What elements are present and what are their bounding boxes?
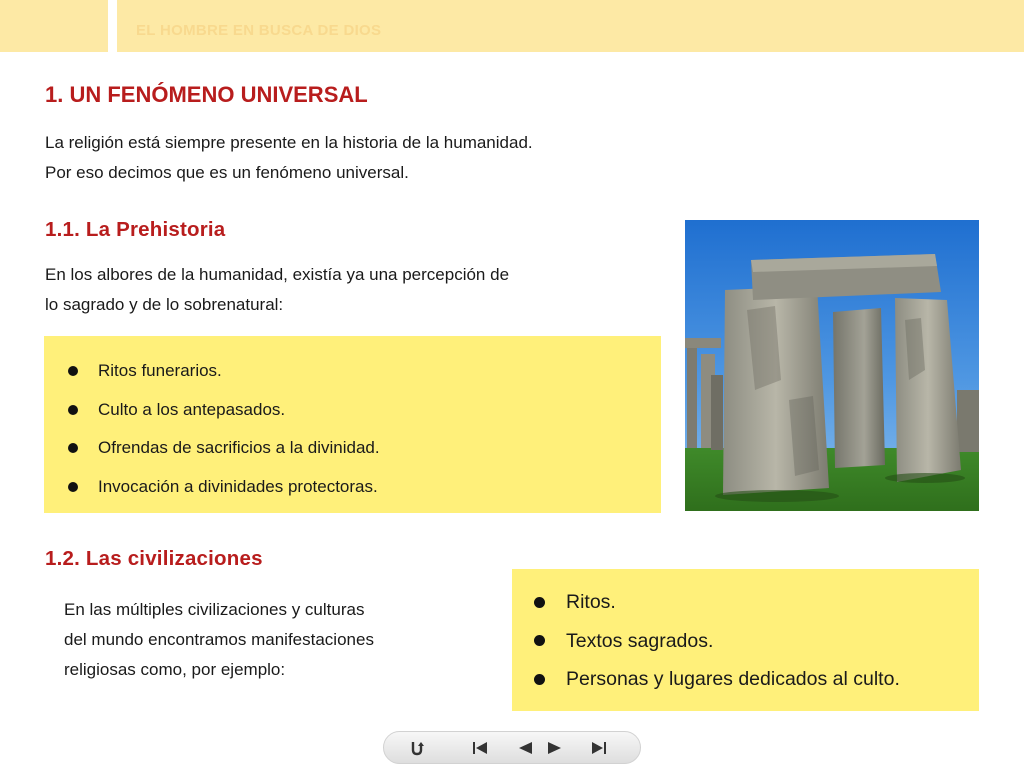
bullet-icon [68,443,78,454]
list-item-text: Textos sagrados. [566,629,714,652]
prehistory-line: lo sagrado y de lo sobrenatural: [45,295,284,314]
civilizations-paragraph: En las múltiples civilizaciones y cultur… [64,595,484,685]
bullet-icon [534,596,545,608]
intro-paragraph: La religión está siempre presente en la … [45,128,685,188]
civilizations-title: 1.2. Las civilizaciones [45,547,263,570]
last-page-icon [592,742,606,754]
previous-page-button[interactable] [514,738,536,758]
next-page-button[interactable] [544,738,566,758]
first-page-icon [473,742,487,754]
list-item: Ofrendas de sacrificios a la divinidad. [68,429,661,468]
list-item: Invocación a divinidades protectoras. [68,468,661,507]
list-item-text: Culto a los antepasados. [98,399,286,419]
civilizations-list: Ritos. Textos sagrados. Personas y lugar… [512,569,979,699]
prehistory-title: 1.1. La Prehistoria [45,218,226,241]
list-item: Personas y lugares dedicados al culto. [534,660,979,699]
previous-page-icon [519,742,532,754]
header-corner-block [0,0,108,52]
last-page-button[interactable] [588,738,610,758]
prehistory-list: Ritos funerarios. Culto a los antepasado… [44,336,661,506]
next-page-icon [548,742,561,754]
civilizations-line: religiosas como, por ejemplo: [64,660,286,679]
bullet-icon [68,481,78,492]
list-item: Ritos. [534,583,979,622]
back-icon [411,742,424,756]
civilizations-line: del mundo encontramos manifestaciones [64,630,374,649]
list-item-text: Ritos. [566,591,616,613]
bullet-icon [68,366,78,377]
navigation-bar [383,731,641,764]
intro-line: Por eso decimos que es un fenómeno unive… [45,163,409,182]
list-item-text: Personas y lugares dedicados al culto. [566,668,900,690]
bullet-icon [68,404,78,415]
prehistory-paragraph: En los albores de la humanidad, existía … [45,260,645,320]
header-title: EL HOMBRE EN BUSCA DE DIOS [136,22,382,39]
list-item-text: Invocación a divinidades protectoras. [98,476,378,496]
list-item-text: Ofrendas de sacrificios a la divinidad. [98,438,380,457]
civilizations-list-box: Ritos. Textos sagrados. Personas y lugar… [512,569,979,711]
section-title: 1. UN FENÓMENO UNIVERSAL [45,82,368,107]
list-item-text: Ritos funerarios. [98,361,222,380]
intro-line: La religión está siempre presente en la … [45,133,533,152]
first-page-button[interactable] [469,738,491,758]
list-item: Textos sagrados. [534,622,979,661]
prehistory-list-box: Ritos funerarios. Culto a los antepasado… [44,336,661,513]
list-item: Culto a los antepasados. [68,391,661,430]
stonehenge-photo [685,220,979,511]
list-item: Ritos funerarios. [68,352,661,391]
back-button[interactable] [406,738,428,758]
prehistory-line: En los albores de la humanidad, existía … [45,265,510,284]
bullet-icon [534,635,545,647]
bullet-icon [534,673,545,685]
civilizations-line: En las múltiples civilizaciones y cultur… [64,600,365,619]
